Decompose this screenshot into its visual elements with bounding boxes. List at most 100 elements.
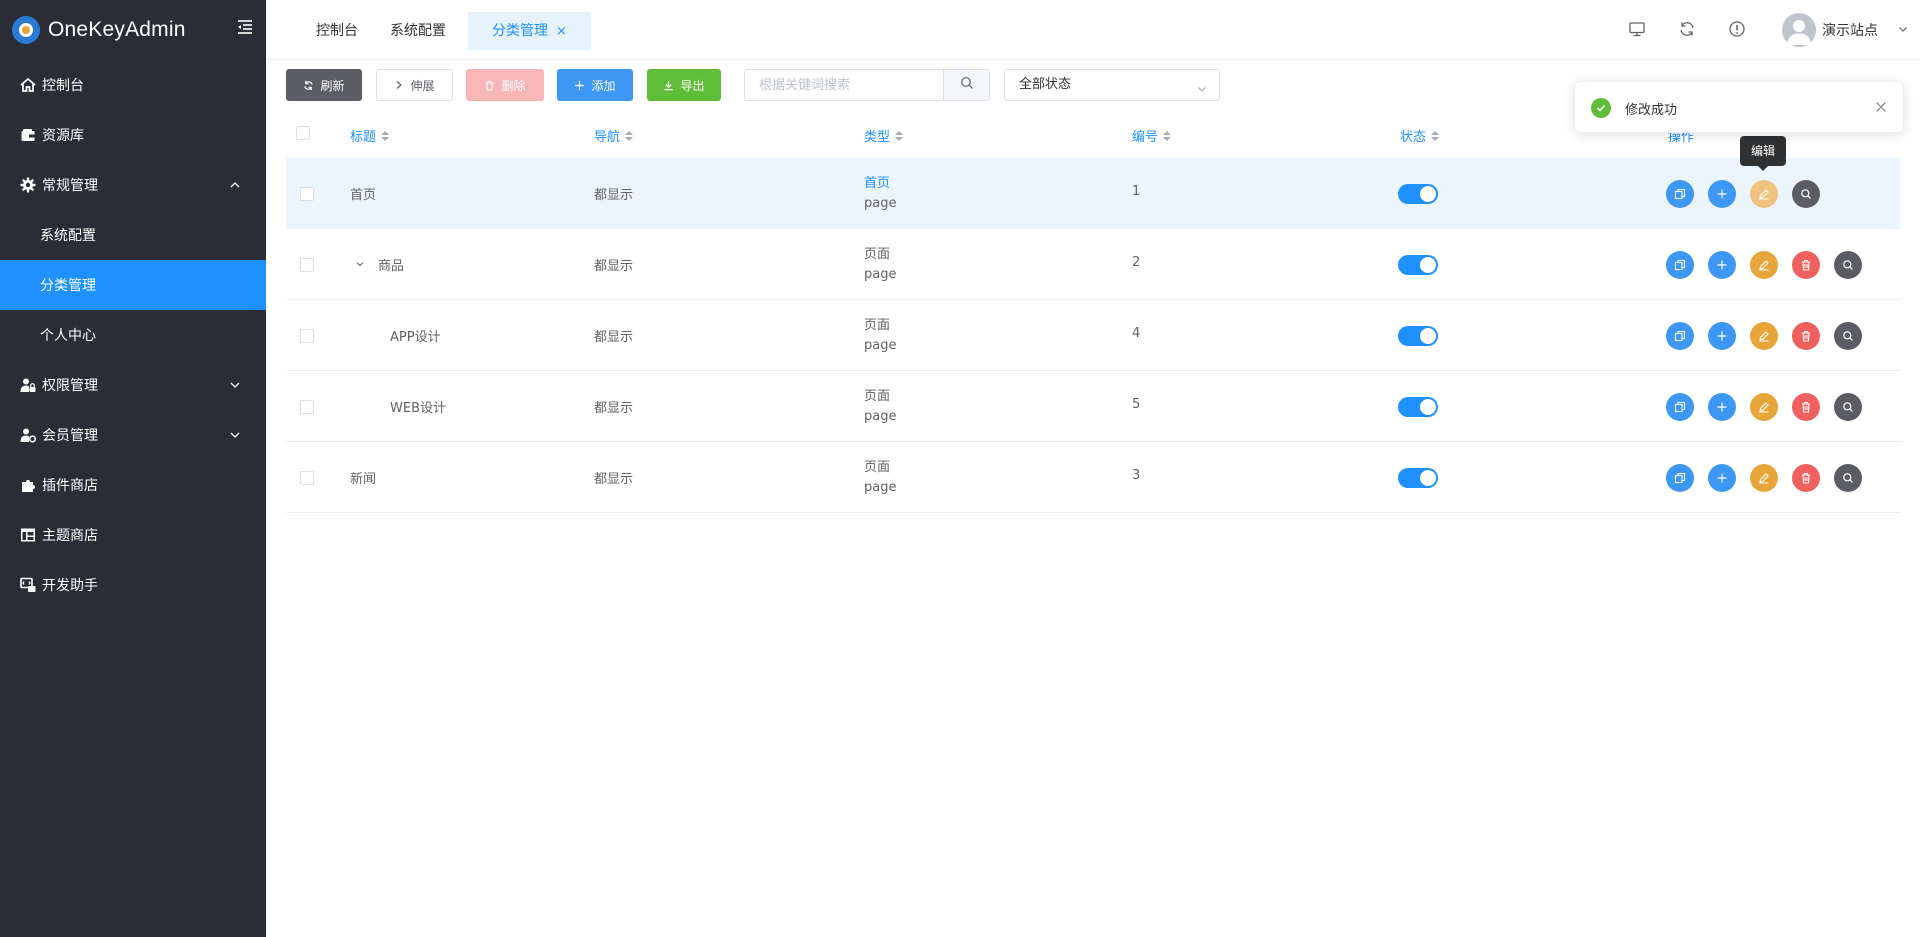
cell-type-value: page [864, 267, 897, 282]
view-button[interactable] [1834, 393, 1862, 421]
info-icon[interactable] [1726, 18, 1748, 40]
table-row[interactable]: WEB设计 都显示 页面 page 5 [286, 371, 1900, 442]
chevron-down-icon[interactable] [1896, 22, 1910, 36]
refresh-icon[interactable] [1676, 18, 1698, 40]
tab-system-config[interactable]: 系统配置 [390, 12, 446, 50]
status-toggle[interactable] [1398, 184, 1438, 204]
copy-button[interactable] [1666, 251, 1694, 279]
avatar[interactable] [1782, 13, 1816, 47]
row-checkbox[interactable] [300, 187, 314, 201]
add-child-button[interactable] [1708, 464, 1736, 492]
home-icon [20, 77, 36, 93]
copy-button[interactable] [1666, 393, 1694, 421]
chevron-right-icon [394, 80, 404, 90]
status-select[interactable]: 全部状态 [1004, 69, 1220, 101]
row-checkbox[interactable] [300, 400, 314, 414]
view-button[interactable] [1792, 180, 1820, 208]
column-header-title[interactable]: 标题 [350, 126, 390, 145]
delete-row-button[interactable] [1792, 251, 1820, 279]
row-checkbox[interactable] [300, 329, 314, 343]
sidebar-item-resources[interactable]: 资源库 [0, 110, 266, 160]
delete-row-button[interactable] [1792, 393, 1820, 421]
status-toggle[interactable] [1398, 326, 1438, 346]
plus-icon [574, 80, 585, 91]
select-all-checkbox[interactable] [296, 126, 310, 140]
tab-label: 系统配置 [390, 23, 446, 39]
edit-button[interactable] [1750, 464, 1778, 492]
status-toggle[interactable] [1398, 255, 1438, 275]
close-icon[interactable] [1873, 99, 1889, 115]
success-notification: 修改成功 [1574, 81, 1904, 133]
status-toggle[interactable] [1398, 468, 1438, 488]
cell-title: WEB设计 [390, 401, 446, 416]
sort-icon [1163, 130, 1172, 141]
refresh-icon [303, 80, 314, 91]
status-toggle[interactable] [1398, 397, 1438, 417]
column-header-type[interactable]: 类型 [864, 126, 904, 145]
chevron-down-icon[interactable] [354, 258, 366, 270]
edit-button[interactable] [1750, 322, 1778, 350]
sidebar-item-theme-store[interactable]: 主题商店 [0, 510, 266, 560]
search-button[interactable] [943, 70, 989, 100]
sidebar-item-general[interactable]: 常规管理 [0, 160, 266, 210]
row-checkbox[interactable] [300, 258, 314, 272]
table-row[interactable]: 首页 都显示 首页 page 1 [286, 158, 1900, 229]
collapse-menu-icon[interactable] [234, 18, 256, 40]
column-header-nav[interactable]: 导航 [594, 126, 634, 145]
refresh-button[interactable]: 刷新 [286, 69, 362, 101]
copy-button[interactable] [1666, 464, 1694, 492]
edit-button[interactable] [1750, 393, 1778, 421]
table-row[interactable]: APP设计 都显示 页面 page 4 [286, 300, 1900, 371]
view-button[interactable] [1834, 251, 1862, 279]
column-header-status[interactable]: 状态 [1400, 126, 1440, 145]
export-button[interactable]: 导出 [647, 69, 721, 101]
copy-button[interactable] [1666, 322, 1694, 350]
user-gear-icon [20, 427, 36, 443]
puzzle-icon [20, 477, 36, 493]
sidebar-item-members[interactable]: 会员管理 [0, 410, 266, 460]
delete-button[interactable]: 删除 [466, 69, 544, 101]
view-button[interactable] [1834, 464, 1862, 492]
sort-icon [895, 130, 904, 141]
logo[interactable]: OneKeyAdmin [0, 0, 266, 60]
table-row[interactable]: 商品 都显示 页面 page 2 [286, 229, 1900, 300]
cell-nav: 都显示 [594, 401, 634, 416]
layout-icon [20, 527, 36, 543]
sidebar-item-dashboard[interactable]: 控制台 [0, 60, 266, 110]
delete-row-button[interactable] [1792, 464, 1820, 492]
row-checkbox[interactable] [300, 471, 314, 485]
cell-nav: 都显示 [594, 259, 634, 274]
cell-number: 3 [1132, 468, 1141, 483]
cell-nav: 都显示 [594, 472, 634, 487]
sidebar-item-permissions[interactable]: 权限管理 [0, 360, 266, 410]
view-button[interactable] [1834, 322, 1862, 350]
sidebar-item-profile[interactable]: 个人中心 [0, 310, 266, 360]
monitor-icon[interactable] [1626, 18, 1648, 40]
add-child-button[interactable] [1708, 393, 1736, 421]
tab-close-icon[interactable]: × [556, 24, 567, 39]
table-row[interactable]: 新闻 都显示 页面 page 3 [286, 442, 1900, 513]
add-button[interactable]: 添加 [557, 69, 633, 101]
sidebar-item-category[interactable]: 分类管理 [0, 260, 266, 310]
column-header-number[interactable]: 编号 [1132, 126, 1172, 145]
tab-dashboard[interactable]: 控制台 [316, 12, 358, 50]
edit-button[interactable] [1750, 251, 1778, 279]
sidebar-item-label: 权限管理 [42, 378, 98, 394]
tab-category[interactable]: 分类管理 × [468, 12, 591, 50]
cell-title: APP设计 [390, 330, 441, 345]
cell-type-label: 页面 [864, 460, 891, 475]
user-name[interactable]: 演示站点 [1822, 20, 1878, 40]
cell-number: 4 [1132, 326, 1141, 341]
add-child-button[interactable] [1708, 251, 1736, 279]
delete-row-button[interactable] [1792, 322, 1820, 350]
code-icon [20, 577, 36, 593]
copy-button[interactable] [1666, 180, 1694, 208]
sidebar-item-dev-helper[interactable]: 开发助手 [0, 560, 266, 610]
expand-button[interactable]: 伸展 [376, 69, 453, 101]
edit-button[interactable] [1750, 180, 1778, 208]
search-input[interactable] [745, 70, 941, 100]
sidebar-item-system-config[interactable]: 系统配置 [0, 210, 266, 260]
add-child-button[interactable] [1708, 180, 1736, 208]
add-child-button[interactable] [1708, 322, 1736, 350]
sidebar-item-plugin-store[interactable]: 插件商店 [0, 460, 266, 510]
